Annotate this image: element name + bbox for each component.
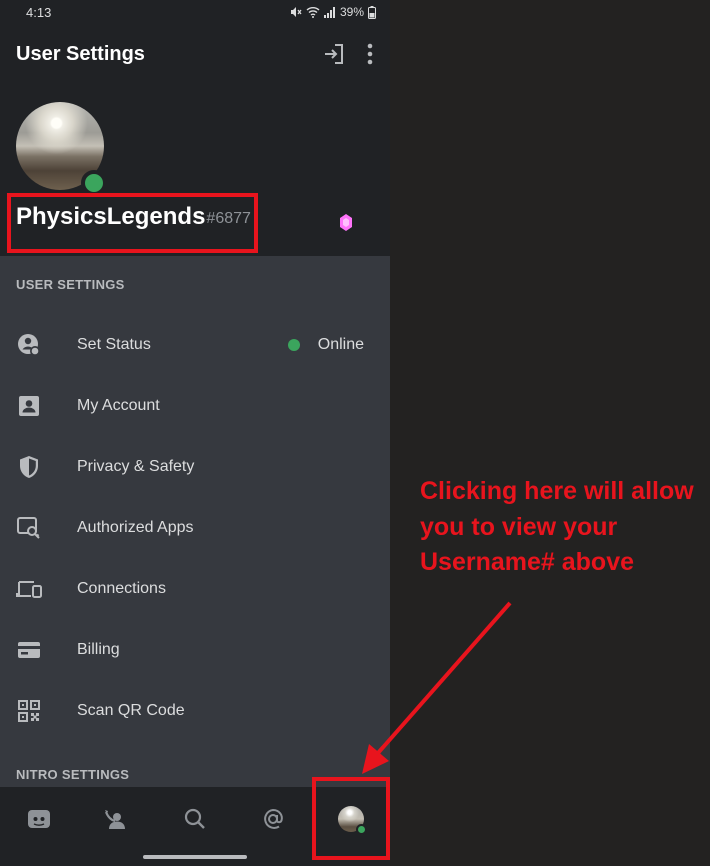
devices-icon bbox=[16, 576, 42, 602]
status-bar: 4:13 39% bbox=[0, 0, 390, 24]
nitro-gem-icon[interactable] bbox=[340, 214, 352, 231]
tab-mentions[interactable] bbox=[234, 787, 312, 851]
discord-home-icon bbox=[28, 810, 50, 828]
tab-search[interactable] bbox=[156, 787, 234, 851]
annotation-text: Clicking here will allow you to view you… bbox=[420, 477, 694, 576]
profile-avatar-wrapper[interactable] bbox=[16, 102, 107, 196]
settings-item-label: Privacy & Safety bbox=[77, 457, 195, 475]
settings-item-label: Scan QR Code bbox=[77, 701, 185, 719]
search-icon bbox=[184, 808, 205, 829]
wifi-icon bbox=[306, 7, 320, 18]
online-status-indicator bbox=[356, 824, 367, 835]
profile-header: PhysicsLegends #6877 bbox=[0, 84, 390, 256]
user-settings-list: USER SETTINGS Set Status Online My Accou… bbox=[0, 256, 390, 741]
discriminator: #6877 bbox=[206, 210, 251, 227]
signal-icon bbox=[323, 7, 335, 18]
nitro-settings-header: NITRO SETTINGS bbox=[16, 767, 130, 782]
credit-card-icon bbox=[16, 637, 42, 663]
app-bar-actions bbox=[322, 42, 374, 66]
current-status: Online bbox=[287, 335, 364, 354]
page-title: User Settings bbox=[16, 42, 145, 65]
battery-level: 39% bbox=[339, 5, 364, 19]
settings-item-privacy-safety[interactable]: Privacy & Safety bbox=[0, 436, 390, 497]
home-indicator[interactable] bbox=[143, 855, 247, 859]
settings-item-label: My Account bbox=[77, 396, 160, 414]
friends-icon bbox=[104, 810, 125, 829]
settings-item-label: Billing bbox=[77, 640, 120, 658]
settings-item-scan-qr-code[interactable]: Scan QR Code bbox=[0, 680, 390, 741]
app-bar: User Settings bbox=[0, 24, 390, 84]
authorized-apps-icon bbox=[16, 515, 42, 541]
settings-item-label: Authorized Apps bbox=[77, 518, 194, 536]
tab-profile[interactable] bbox=[312, 787, 390, 851]
settings-item-authorized-apps[interactable]: Authorized Apps bbox=[0, 497, 390, 558]
settings-item-my-account[interactable]: My Account bbox=[0, 375, 390, 436]
settings-item-billing[interactable]: Billing bbox=[0, 619, 390, 680]
settings-item-label: Set Status bbox=[77, 335, 151, 353]
status-time: 4:13 bbox=[26, 4, 52, 20]
settings-item-label: Connections bbox=[77, 579, 166, 597]
more-vertical-icon bbox=[367, 43, 373, 65]
shield-icon bbox=[16, 454, 42, 480]
online-status-dot bbox=[287, 338, 300, 351]
profile-tab-avatar bbox=[338, 806, 367, 835]
tab-friends[interactable] bbox=[78, 787, 156, 851]
set-status-icon bbox=[16, 332, 42, 358]
bottom-navigation bbox=[0, 787, 390, 866]
logout-button[interactable] bbox=[322, 42, 346, 66]
qr-code-icon bbox=[16, 698, 42, 724]
more-options-button[interactable] bbox=[366, 43, 374, 65]
online-status-indicator bbox=[81, 170, 107, 196]
account-icon bbox=[16, 393, 42, 419]
phone-screen: 4:13 39% User Settings PhysicsLegends #6… bbox=[0, 0, 390, 866]
logout-icon bbox=[325, 44, 343, 64]
current-status-text: Online bbox=[317, 335, 364, 353]
mute-icon bbox=[290, 7, 302, 17]
status-icons: 39% bbox=[290, 5, 376, 19]
mention-icon bbox=[264, 808, 283, 829]
settings-item-connections[interactable]: Connections bbox=[0, 558, 390, 619]
user-settings-header: USER SETTINGS bbox=[16, 277, 125, 292]
username-row: PhysicsLegends #6877 bbox=[16, 198, 374, 232]
battery-icon bbox=[368, 5, 376, 19]
settings-item-set-status[interactable]: Set Status Online bbox=[0, 314, 390, 375]
tab-home[interactable] bbox=[0, 787, 78, 851]
username: PhysicsLegends bbox=[16, 203, 206, 230]
